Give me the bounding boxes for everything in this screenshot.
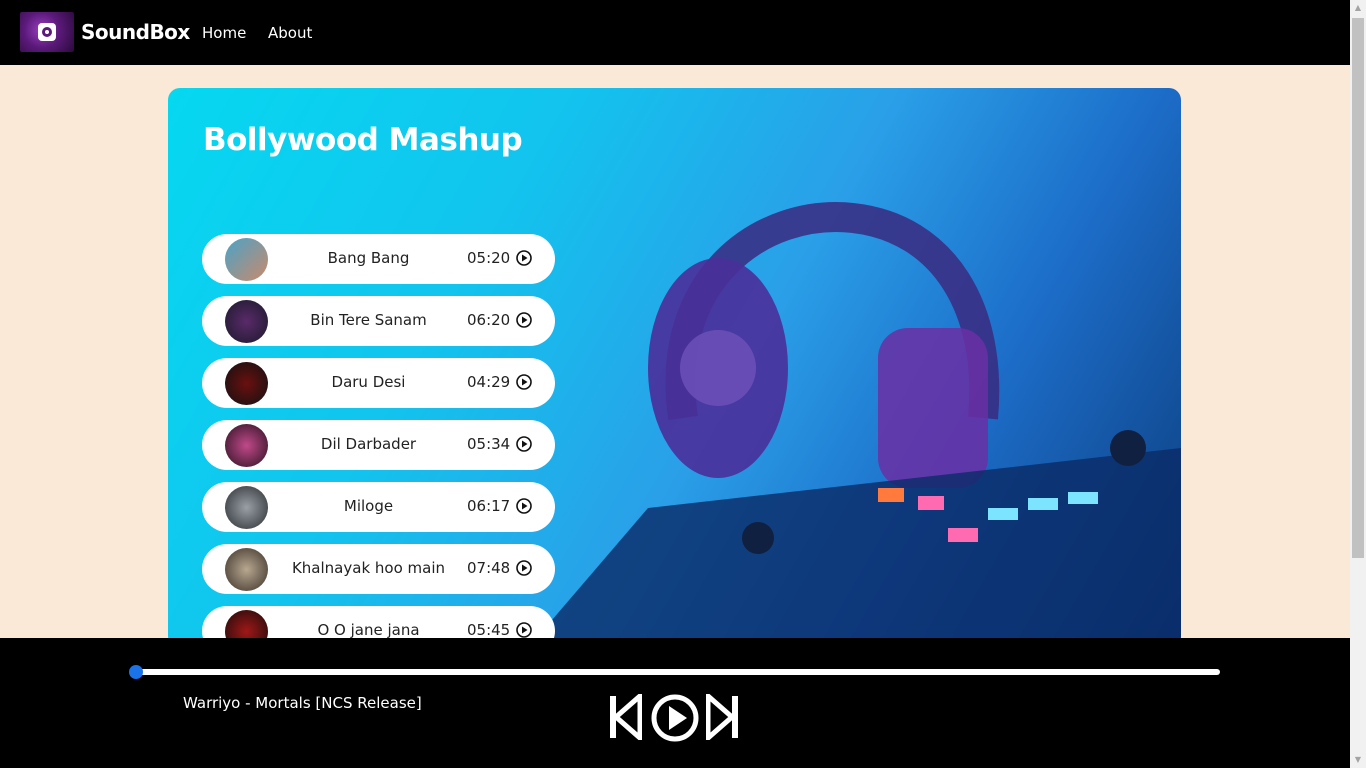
scroll-down-arrow-icon[interactable]: ▼ — [1353, 755, 1363, 765]
song-item[interactable]: Dil Darbader 05:34 — [202, 420, 555, 470]
top-navbar: SoundBox Home About — [0, 0, 1350, 65]
bottom-player-bar: Warriyo - Mortals [NCS Release] — [0, 638, 1350, 768]
song-cover-thumbnail — [225, 238, 268, 281]
dj-mixer-background-image — [528, 430, 1181, 648]
song-cover-thumbnail — [225, 424, 268, 467]
progress-slider-handle[interactable] — [129, 665, 143, 679]
song-title: Bang Bang — [327, 249, 410, 267]
song-duration: 05:45 — [467, 621, 511, 639]
song-duration: 06:17 — [467, 497, 511, 515]
song-title: Dil Darbader — [320, 435, 417, 453]
song-duration: 05:34 — [467, 435, 511, 453]
play-circle-icon[interactable] — [516, 560, 532, 576]
play-circle-icon[interactable] — [516, 622, 532, 638]
song-title: Miloge — [343, 497, 394, 515]
nav-home-link[interactable]: Home — [202, 24, 246, 42]
song-cover-thumbnail — [225, 362, 268, 405]
song-item[interactable]: Bin Tere Sanam 06:20 — [202, 296, 555, 346]
skip-previous-icon[interactable] — [608, 694, 642, 740]
song-duration: 04:29 — [467, 373, 511, 391]
song-title: O O jane jana — [317, 621, 420, 639]
song-item[interactable]: Daru Desi 04:29 — [202, 358, 555, 408]
playlist-title: Bollywood Mashup — [203, 122, 523, 158]
song-duration: 06:20 — [467, 311, 511, 329]
play-circle-icon[interactable] — [516, 312, 532, 328]
brand-name[interactable]: SoundBox — [81, 20, 190, 44]
song-cover-thumbnail — [225, 486, 268, 529]
song-item[interactable]: Miloge 06:17 — [202, 482, 555, 532]
play-circle-icon[interactable] — [650, 693, 700, 743]
now-playing-title: Warriyo - Mortals [NCS Release] — [183, 694, 422, 712]
song-duration: 07:48 — [467, 559, 511, 577]
song-cover-thumbnail — [225, 548, 268, 591]
logo-icon — [38, 23, 56, 41]
play-circle-icon[interactable] — [516, 374, 532, 390]
song-title: Daru Desi — [331, 373, 406, 391]
play-circle-icon[interactable] — [516, 498, 532, 514]
nav-about-link[interactable]: About — [268, 24, 312, 42]
song-item[interactable]: Bang Bang 05:20 — [202, 234, 555, 284]
playlist-card: Bollywood Mashup Bang Bang 05:20 Bin Ter… — [168, 88, 1181, 648]
skip-next-icon[interactable] — [706, 694, 740, 740]
song-title: Bin Tere Sanam — [310, 311, 427, 329]
scroll-up-arrow-icon[interactable]: ▲ — [1353, 3, 1363, 13]
app-logo[interactable] — [20, 12, 74, 52]
progress-track[interactable] — [136, 669, 1220, 675]
song-cover-thumbnail — [225, 300, 268, 343]
play-circle-icon[interactable] — [516, 250, 532, 266]
song-item[interactable]: Khalnayak hoo main 07:48 — [202, 544, 555, 594]
play-circle-icon[interactable] — [516, 436, 532, 452]
song-title: Khalnayak hoo main — [291, 559, 446, 577]
scrollbar-thumb[interactable] — [1352, 18, 1364, 558]
song-duration: 05:20 — [467, 249, 511, 267]
